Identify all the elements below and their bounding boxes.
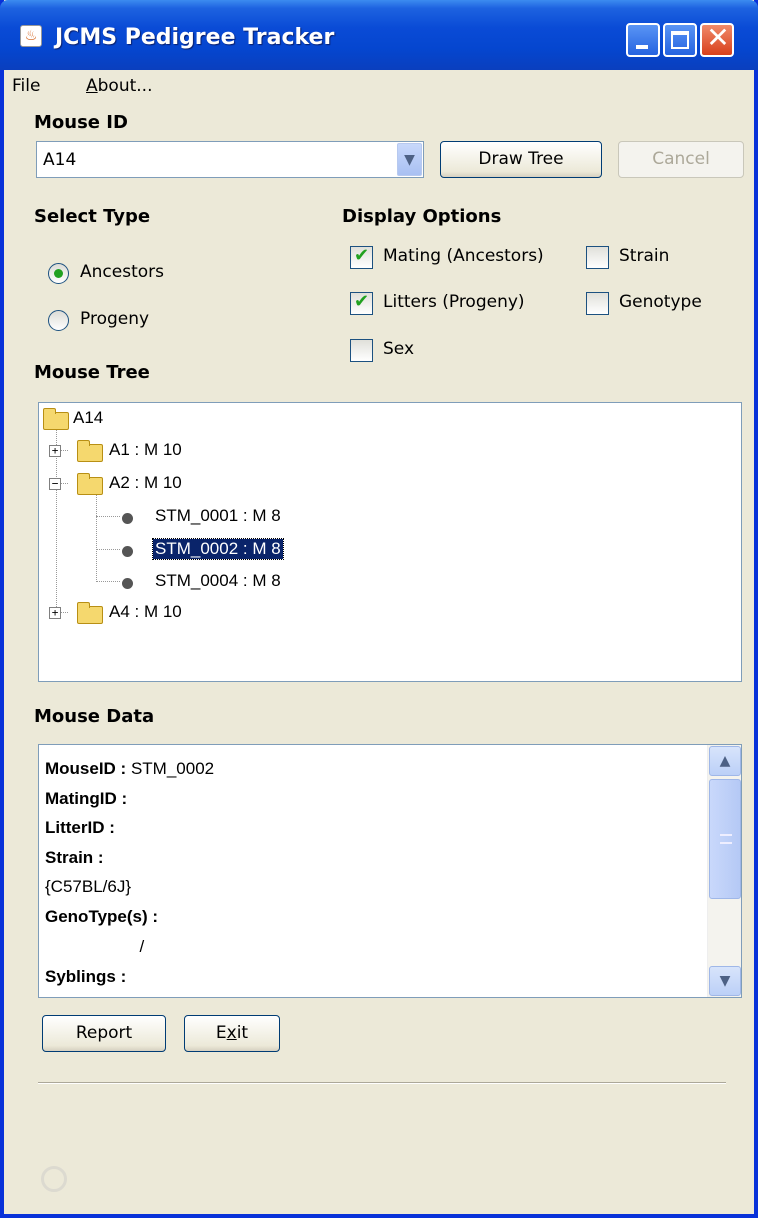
exit-label-rest: it [236,1023,249,1043]
tree-node-label[interactable]: A1 : M 10 [109,440,182,460]
mouse-tree-label: Mouse Tree [34,362,150,383]
exit-label-mnemonic: x [226,1023,237,1043]
folder-open-icon [43,408,69,430]
separator [38,1082,726,1084]
mouse-id-label: Mouse ID [34,112,128,133]
tree-node-label[interactable]: STM_0001 : M 8 [155,506,281,526]
leaf-bullet-icon [122,578,133,589]
leaf-bullet-icon [122,546,133,557]
maximize-button[interactable] [663,23,697,57]
data-value: / [45,937,145,956]
checkbox-strain-label[interactable]: Strain [619,246,669,266]
checkbox-sex-box[interactable] [350,339,373,362]
data-value: STM_0002 [126,759,215,778]
tree-node-label-selected[interactable]: STM_0002 : M 8 [152,538,284,560]
title-bar[interactable]: ♨ JCMS Pedigree Tracker ✕ [0,0,758,70]
maximize-icon [671,31,689,49]
menu-file[interactable]: File [12,76,40,96]
checkbox-litters-box[interactable] [350,291,373,315]
menu-bar: File About... [4,70,754,104]
data-key: MatingID : [45,789,128,808]
data-line-genotype-value: / [45,937,144,957]
grip-icon [720,834,732,844]
menu-about[interactable]: About... [86,76,152,96]
close-button[interactable]: ✕ [700,23,734,57]
checkbox-mating-label[interactable]: Mating (Ancestors) [383,246,544,266]
tree-connector [96,549,120,550]
mouse-id-combo[interactable]: A14 ▼ [36,141,424,178]
radio-ancestors-button[interactable] [48,263,69,284]
tree-node-label[interactable]: STM_0004 : M 8 [155,571,281,591]
expand-icon[interactable]: + [49,607,61,619]
data-key: MouseID : [45,759,127,778]
folder-icon [77,602,103,624]
scrollbar-thumb[interactable] [709,779,741,899]
expand-icon[interactable]: + [49,445,61,457]
checkbox-strain-box[interactable] [586,246,609,269]
checkbox-sex-label[interactable]: Sex [383,339,414,359]
folder-icon [77,440,103,462]
checkbox-genotype-label[interactable]: Genotype [619,292,702,312]
app-window: ♨ JCMS Pedigree Tracker ✕ File About... … [0,0,758,1218]
window-title: JCMS Pedigree Tracker [55,25,335,50]
mouse-id-value[interactable]: A14 [43,150,76,170]
report-button[interactable]: Report [42,1015,166,1052]
data-line-genotype: GenoType(s) : [45,907,158,927]
tree-connector [96,516,120,517]
radio-progeny-button[interactable] [48,310,69,331]
checkbox-genotype-box[interactable] [586,292,609,315]
checkbox-mating-box[interactable] [350,245,373,269]
java-app-icon: ♨ [20,25,42,47]
select-type-label: Select Type [34,206,151,227]
data-line-litterid: LitterID : [45,818,115,838]
data-value: {C57BL/6J} [45,877,132,896]
vertical-scrollbar[interactable]: ▲ ▼ [707,745,741,997]
data-key: Strain : [45,848,104,867]
chevron-down-icon[interactable]: ▼ [397,143,422,176]
radio-ancestors-label[interactable]: Ancestors [80,262,164,282]
minimize-button[interactable] [626,23,660,57]
data-line-strain-value: {C57BL/6J} [45,877,131,897]
scroll-down-arrow-icon[interactable]: ▼ [709,966,741,996]
scroll-up-arrow-icon[interactable]: ▲ [709,746,741,776]
menu-about-mnemonic: A [86,76,98,96]
data-key: LitterID : [45,818,115,837]
tree-node-label[interactable]: A14 [73,408,103,428]
data-line-mouseid: MouseID : STM_0002 [45,759,214,779]
data-key: Syblings : [45,967,127,986]
mouse-tree[interactable]: A14 + A1 : M 10 − A2 : M 10 STM_0001 : M… [38,402,742,682]
data-line-strain: Strain : [45,848,104,868]
leaf-bullet-icon [122,513,133,524]
data-key: GenoType(s) : [45,907,159,926]
exit-button[interactable]: Exit [184,1015,280,1052]
tree-connector [96,494,97,582]
minimize-icon [636,45,648,49]
mouse-data-label: Mouse Data [34,706,155,727]
radio-progeny-label[interactable]: Progeny [80,309,149,329]
checkbox-litters-label[interactable]: Litters (Progeny) [383,292,525,312]
draw-tree-button[interactable]: Draw Tree [440,141,602,178]
folder-open-icon [77,473,103,495]
tree-node-label[interactable]: A2 : M 10 [109,473,182,493]
data-line-syblings: Syblings : [45,967,126,987]
data-line-matingid: MatingID : [45,789,127,809]
tree-node-label[interactable]: A4 : M 10 [109,602,182,622]
menu-about-rest: bout... [97,76,153,96]
mouse-data-pane[interactable]: MouseID : STM_0002 MatingID : LitterID :… [38,744,742,998]
cancel-button[interactable]: Cancel [618,141,744,178]
display-options-label: Display Options [342,206,502,227]
progress-spinner-icon [41,1166,67,1192]
exit-label-first: E [215,1023,227,1043]
tree-connector [96,581,120,582]
close-icon: ✕ [706,21,730,54]
collapse-icon[interactable]: − [49,478,61,490]
